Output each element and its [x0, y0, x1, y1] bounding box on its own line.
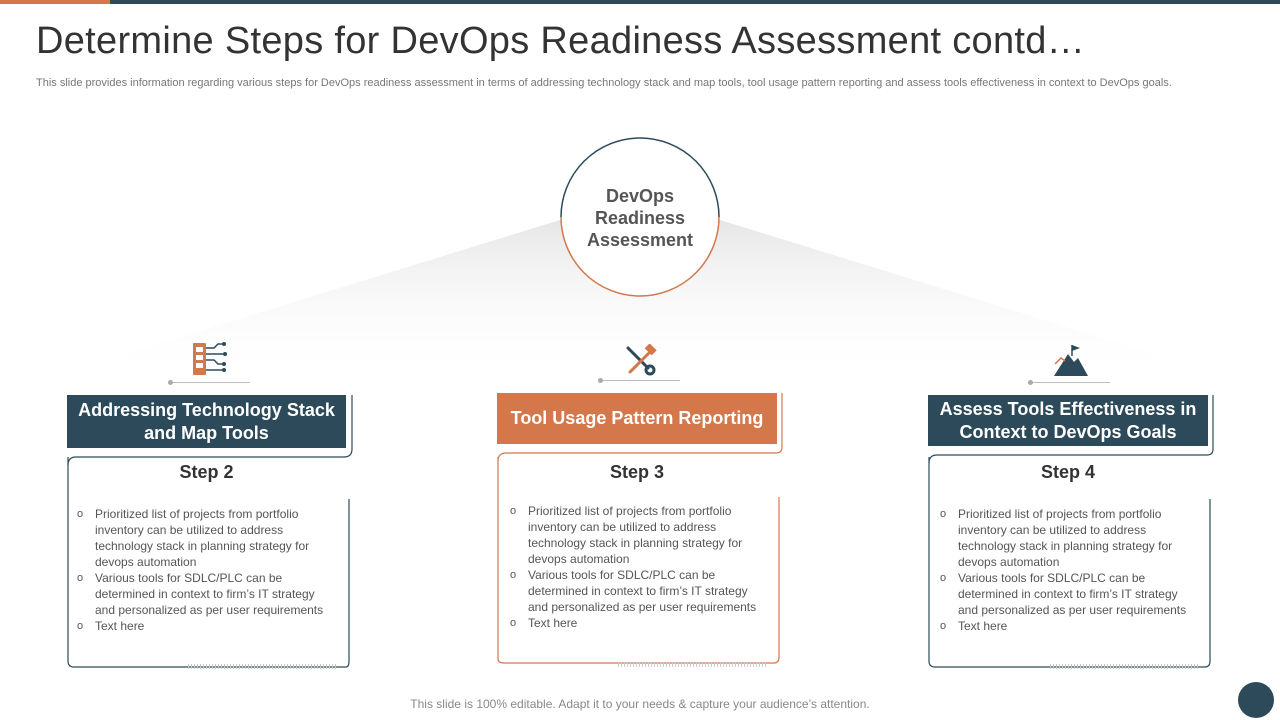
icon-underline-dot: [598, 378, 603, 383]
list-item: Prioritized list of projects from portfo…: [508, 503, 770, 567]
step-label: Step 2: [179, 462, 234, 482]
card-heading: Assess Tools Effectiveness in Context to…: [928, 395, 1208, 446]
hatch-decoration: [188, 664, 338, 669]
center-label: DevOps Readiness Assessment: [586, 186, 694, 250]
circuit-board-icon: [193, 342, 227, 375]
list-item: Text here: [938, 618, 1200, 634]
list-item: Prioritized list of projects from portfo…: [938, 506, 1200, 570]
step-label: Step 3: [609, 462, 665, 482]
list-item: Text here: [75, 618, 337, 634]
icon-underline: [600, 380, 680, 381]
footer-note: This slide is 100% editable. Adapt it to…: [410, 697, 870, 711]
mountain-flag-icon: [1054, 345, 1088, 376]
bullet-list: Prioritized list of projects from portfo…: [938, 506, 1200, 634]
step-label: Step 4: [1040, 462, 1096, 482]
icon-underline: [170, 382, 250, 383]
list-item: Prioritized list of projects from portfo…: [75, 506, 337, 570]
bullet-list: Prioritized list of projects from portfo…: [508, 503, 770, 631]
list-item: Various tools for SDLC/PLC can be determ…: [75, 570, 337, 618]
card-heading: Tool Usage Pattern Reporting: [497, 393, 777, 444]
icon-underline-dot: [1028, 380, 1033, 385]
hatch-decoration: [1050, 664, 1200, 669]
icon-underline: [1030, 382, 1110, 383]
card-heading: Addressing Technology Stack and Map Tool…: [67, 395, 346, 448]
list-item: Various tools for SDLC/PLC can be determ…: [938, 570, 1200, 618]
hatch-decoration: [618, 662, 768, 667]
bullet-list: Prioritized list of projects from portfo…: [75, 506, 337, 634]
corner-decoration: [1238, 682, 1274, 718]
list-item: Text here: [508, 615, 770, 631]
wrench-hammer-icon: [626, 344, 657, 376]
icon-underline-dot: [168, 380, 173, 385]
list-item: Various tools for SDLC/PLC can be determ…: [508, 567, 770, 615]
